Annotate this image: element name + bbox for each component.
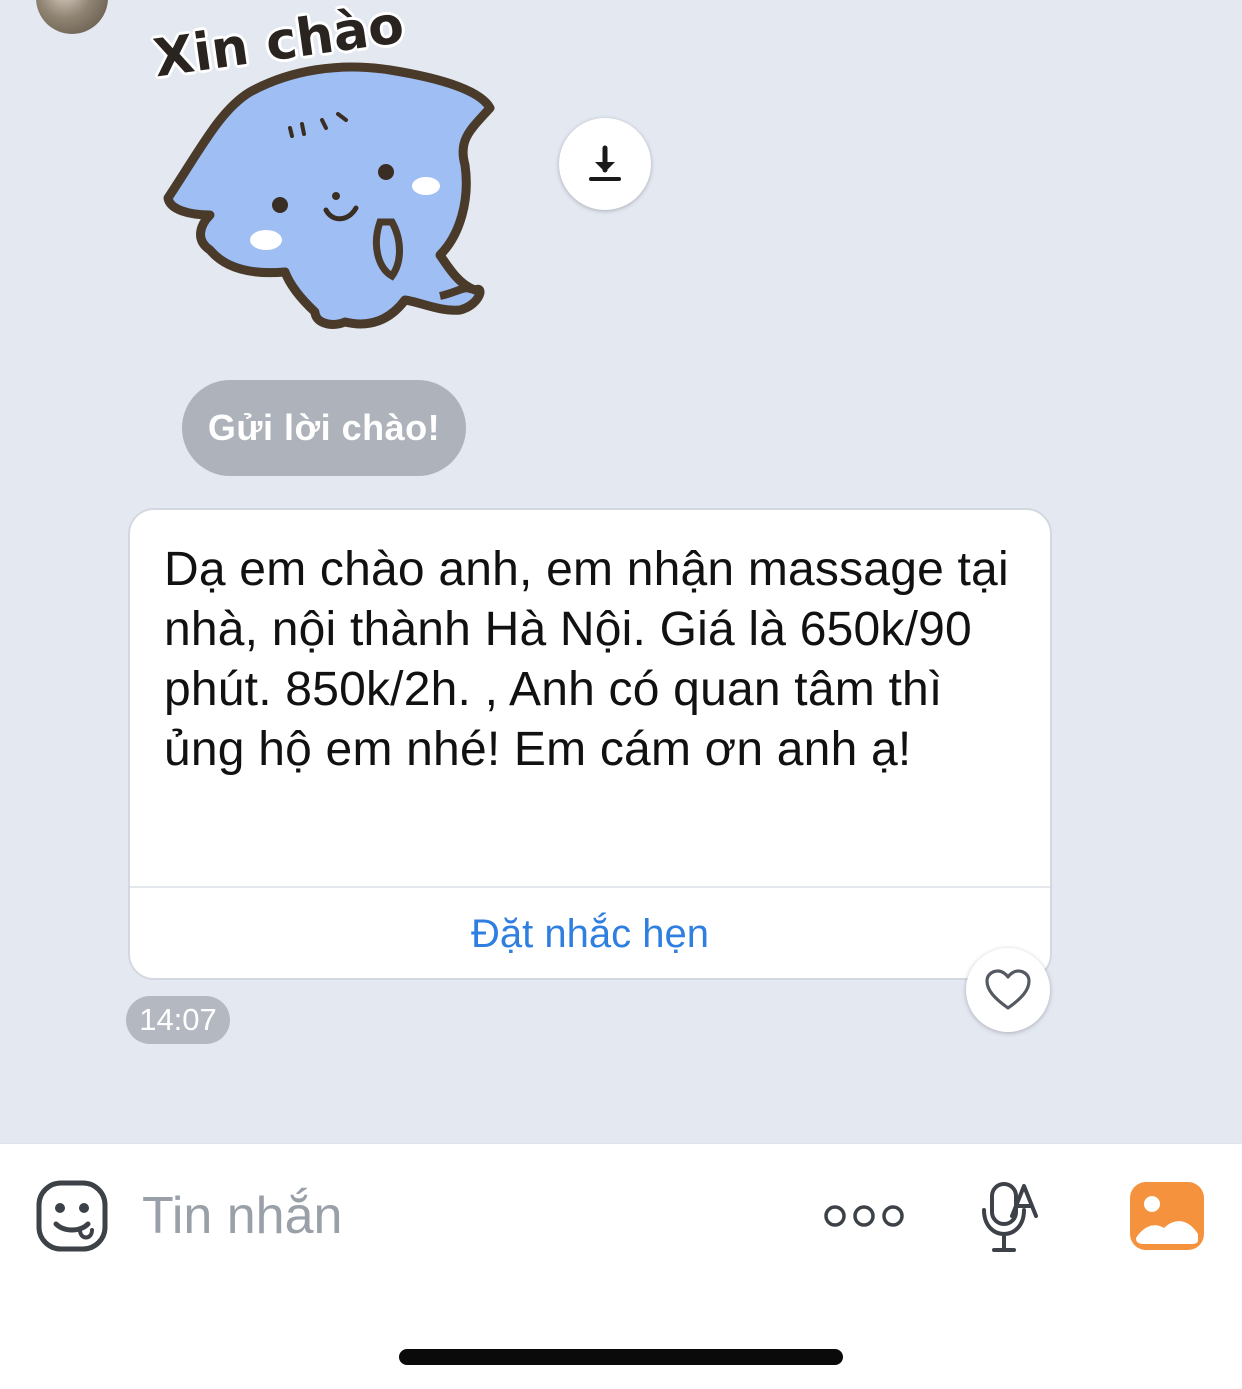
chat-area: Xin chào Gửi lời chào! Dạ em chào anh, e… — [0, 0, 1242, 1143]
message-text: Dạ em chào anh, em nhận massage tại nhà,… — [164, 543, 1009, 776]
photo-gallery-icon[interactable] — [1130, 1182, 1204, 1250]
voice-to-text-icon[interactable] — [978, 1180, 1038, 1256]
avatar[interactable] — [36, 0, 108, 34]
sticker-emoji-icon[interactable] — [36, 1180, 108, 1252]
download-button[interactable] — [559, 118, 651, 210]
react-heart-button[interactable] — [966, 948, 1050, 1032]
set-reminder-button[interactable]: Đặt nhắc hẹn — [130, 888, 1050, 980]
greet-button[interactable]: Gửi lời chào! — [182, 380, 466, 476]
more-options-icon[interactable] — [822, 1196, 906, 1236]
message-bubble[interactable]: Dạ em chào anh, em nhận massage tại nhà,… — [128, 508, 1052, 980]
message-input[interactable] — [142, 1180, 762, 1252]
download-icon — [589, 145, 621, 181]
message-timestamp: 14:07 — [126, 996, 230, 1044]
heart-icon — [985, 969, 1031, 1010]
home-indicator — [399, 1349, 843, 1365]
